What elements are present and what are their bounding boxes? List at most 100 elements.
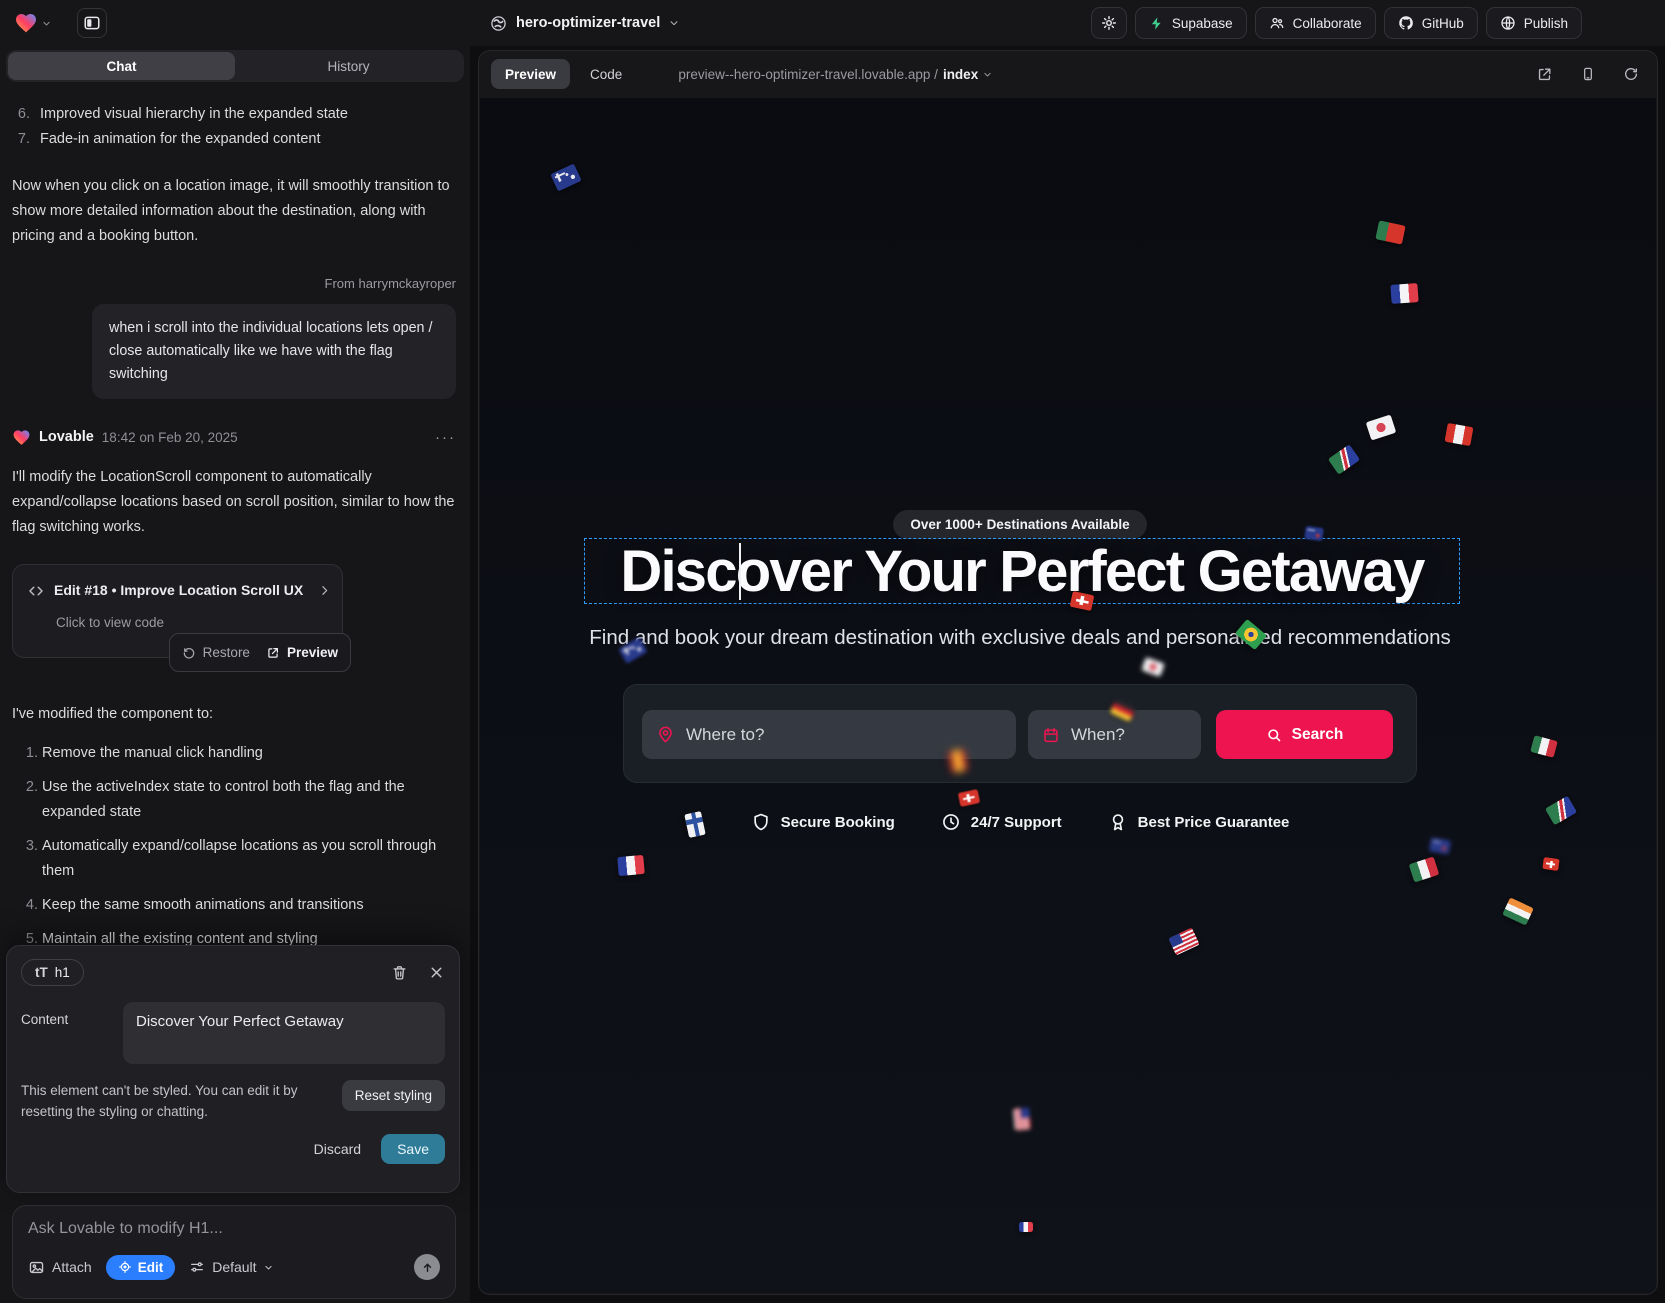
reset-styling-button[interactable]: Reset styling [342,1080,445,1111]
publish-button[interactable]: Publish [1486,7,1582,39]
list-item: 7. Fade-in animation for the expanded co… [12,127,456,152]
trash-icon[interactable] [391,964,408,981]
assistant-name: Lovable [39,425,94,450]
supabase-bolt-icon [1149,16,1164,31]
sidebar-tabs: Chat History [6,50,464,82]
when-placeholder: When? [1071,725,1125,745]
editor-content-row: Content Discover Your Perfect Getaway [21,1002,445,1064]
mode-selector[interactable]: Default [189,1259,272,1275]
project-switcher[interactable]: hero-optimizer-travel [490,0,679,46]
refresh-icon[interactable] [1623,66,1639,82]
chevron-down-icon [42,19,51,28]
mobile-view-icon[interactable] [1580,66,1596,82]
discard-button[interactable]: Discard [314,1141,361,1157]
shield-icon [751,812,771,832]
user-message-bubble: when i scroll into the individual locati… [92,304,456,399]
attach-button[interactable]: Attach [28,1259,92,1276]
element-tag: h1 [55,965,70,980]
flag-mx-icon [1530,735,1558,758]
flag-ch-icon [958,789,980,807]
edit-mode-button[interactable]: Edit [106,1255,176,1280]
preview-toolbar-icons [1536,66,1639,83]
flag-fr-icon [1390,283,1418,304]
project-globe-icon [490,15,507,32]
editor-note: This element can't be styled. You can ed… [21,1080,342,1122]
step-item: Automatically expand/collapse locations … [42,834,456,884]
when-input[interactable]: When? [1028,710,1201,759]
flag-in-icon [1502,897,1534,925]
list-item-number: 7. [12,127,30,152]
send-button[interactable] [414,1254,440,1280]
element-tag-pill[interactable]: tT h1 [21,959,84,986]
sidebar-panel-icon [83,14,101,32]
lovable-logo-menu[interactable] [14,11,51,35]
assistant-paragraph: I've modified the component to: [12,702,456,727]
url-page: index [943,67,978,82]
destinations-badge-wrap: Over 1000+ Destinations Available [480,510,1560,539]
gear-icon [1101,15,1117,31]
flag-ch-icon [1070,591,1095,611]
search-label: Search [1292,726,1344,744]
tab-preview[interactable]: Preview [491,59,570,89]
close-icon[interactable] [428,964,445,981]
calendar-icon [1042,726,1060,744]
text-cursor [739,543,741,600]
edit-card-subtitle: Click to view code [56,610,328,635]
save-button[interactable]: Save [381,1134,445,1164]
settings-button[interactable] [1091,7,1127,39]
publish-label: Publish [1524,16,1568,31]
message-timestamp: 18:42 on Feb 20, 2025 [102,425,238,450]
assistant-paragraph: I'll modify the LocationScroll component… [12,465,456,540]
preview-url[interactable]: preview--hero-optimizer-travel.lovable.a… [678,67,992,82]
content-textarea[interactable]: Discover Your Perfect Getaway [123,1002,445,1064]
list-item-text: Improved visual hierarchy in the expande… [40,102,348,127]
assistant-list-tail: 6. Improved visual hierarchy in the expa… [12,102,456,152]
h1-selection-outline[interactable]: Discover Your Perfect Getaway [584,538,1460,604]
chat-scroll-area[interactable]: 6. Improved visual hierarchy in the expa… [12,90,456,945]
project-name: hero-optimizer-travel [516,15,660,31]
list-item-number: 6. [12,102,30,127]
flag-jp-icon [1366,414,1397,440]
step-item: Keep the same smooth animations and tran… [42,893,456,918]
restore-button[interactable]: Restore [182,640,250,665]
preview-version-button[interactable]: Preview [266,640,338,665]
lovable-app-window: hero-optimizer-travel Supabase [0,0,1665,1303]
mode-label: Default [212,1259,256,1275]
site-preview-page: Over 1000+ Destinations Available Discov… [480,98,1656,1293]
preview-pane: Preview Code preview--hero-optimizer-tra… [478,50,1658,1295]
github-label: GitHub [1422,16,1464,31]
composer-input[interactable]: Ask Lovable to modify H1... [28,1220,440,1238]
editor-note-row: This element can't be styled. You can ed… [21,1080,445,1122]
flag-jp-icon [1141,657,1165,677]
tab-chat[interactable]: Chat [8,52,235,80]
open-external-icon[interactable] [1536,66,1553,83]
editor-actions: Discard Save [21,1134,445,1164]
edit-mode-label: Edit [138,1260,164,1275]
topbar-actions: Supabase Collaborate GitHub Publish [1091,7,1582,39]
edit-version-card[interactable]: Edit #18 • Improve Location Scroll UX Cl… [12,564,343,658]
message-menu-button[interactable]: ··· [435,425,456,450]
target-icon [118,1260,132,1274]
flag-fr-icon [1019,1222,1033,1232]
search-panel: Where to? When? Search [623,684,1417,783]
chevron-right-icon [318,584,331,597]
sidebar-toggle-button[interactable] [77,8,107,38]
tab-history[interactable]: History [235,52,462,80]
preview-label: Preview [287,640,338,665]
restore-label: Restore [203,640,250,665]
url-host: preview--hero-optimizer-travel.lovable.a… [678,67,938,82]
github-button[interactable]: GitHub [1384,7,1478,39]
code-icon [27,582,45,600]
flag-za-icon [1328,444,1360,474]
supabase-button[interactable]: Supabase [1135,7,1247,39]
flag-mx-icon [1409,856,1440,882]
flag-pt-icon [1375,220,1405,244]
location-pin-icon [656,725,675,744]
tab-code[interactable]: Code [576,59,636,89]
collaborate-button[interactable]: Collaborate [1255,7,1376,39]
chevron-down-icon [983,70,992,79]
search-button[interactable]: Search [1216,710,1393,759]
restore-preview-toolbar: Restore Preview [169,633,351,672]
chevron-down-icon [264,1263,273,1272]
feature-label: Secure Booking [781,814,895,831]
